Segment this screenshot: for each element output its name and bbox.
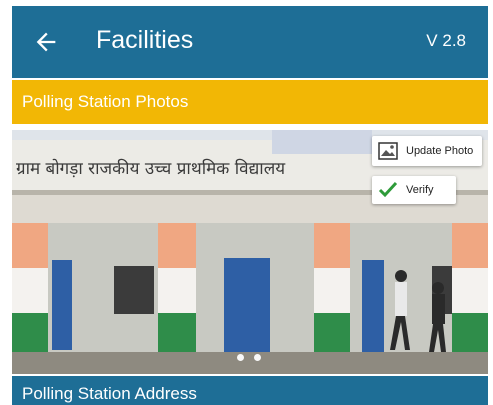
checkmark-icon	[378, 181, 398, 198]
photo-pager	[237, 354, 261, 361]
update-photo-label: Update Photo	[406, 145, 474, 157]
pillar	[452, 223, 488, 353]
image-icon	[378, 142, 398, 160]
section-header-photos: Polling Station Photos	[12, 80, 488, 124]
pillar	[314, 223, 350, 353]
verify-label: Verify	[406, 184, 434, 196]
version-label: V 2.8	[426, 31, 466, 50]
verify-button[interactable]: Verify	[372, 176, 456, 204]
page-title: Facilities	[96, 26, 194, 54]
signboard-text: ग्राम बोगड़ा राजकीय उच्च प्राथमिक विद्या…	[16, 158, 286, 179]
door	[52, 260, 72, 350]
section-header-address: Polling Station Address	[12, 376, 488, 405]
pillar	[158, 223, 196, 353]
pillar	[12, 223, 48, 353]
arrow-left-icon[interactable]	[32, 28, 60, 56]
update-photo-button[interactable]: Update Photo	[372, 136, 482, 166]
polling-station-photo[interactable]: ग्राम बोगड़ा राजकीय उच्च प्राथमिक विद्या…	[12, 130, 488, 374]
pager-dot[interactable]	[237, 354, 244, 361]
app-bar: Facilities V 2.8	[12, 6, 488, 78]
pager-dot[interactable]	[254, 354, 261, 361]
school-building-image: ग्राम बोगड़ा राजकीय उच्च प्राथमिक विद्या…	[12, 130, 488, 374]
screen: Facilities V 2.8 Polling Station Photos …	[12, 6, 488, 405]
door	[362, 260, 384, 352]
window	[114, 266, 154, 314]
door	[224, 258, 270, 352]
